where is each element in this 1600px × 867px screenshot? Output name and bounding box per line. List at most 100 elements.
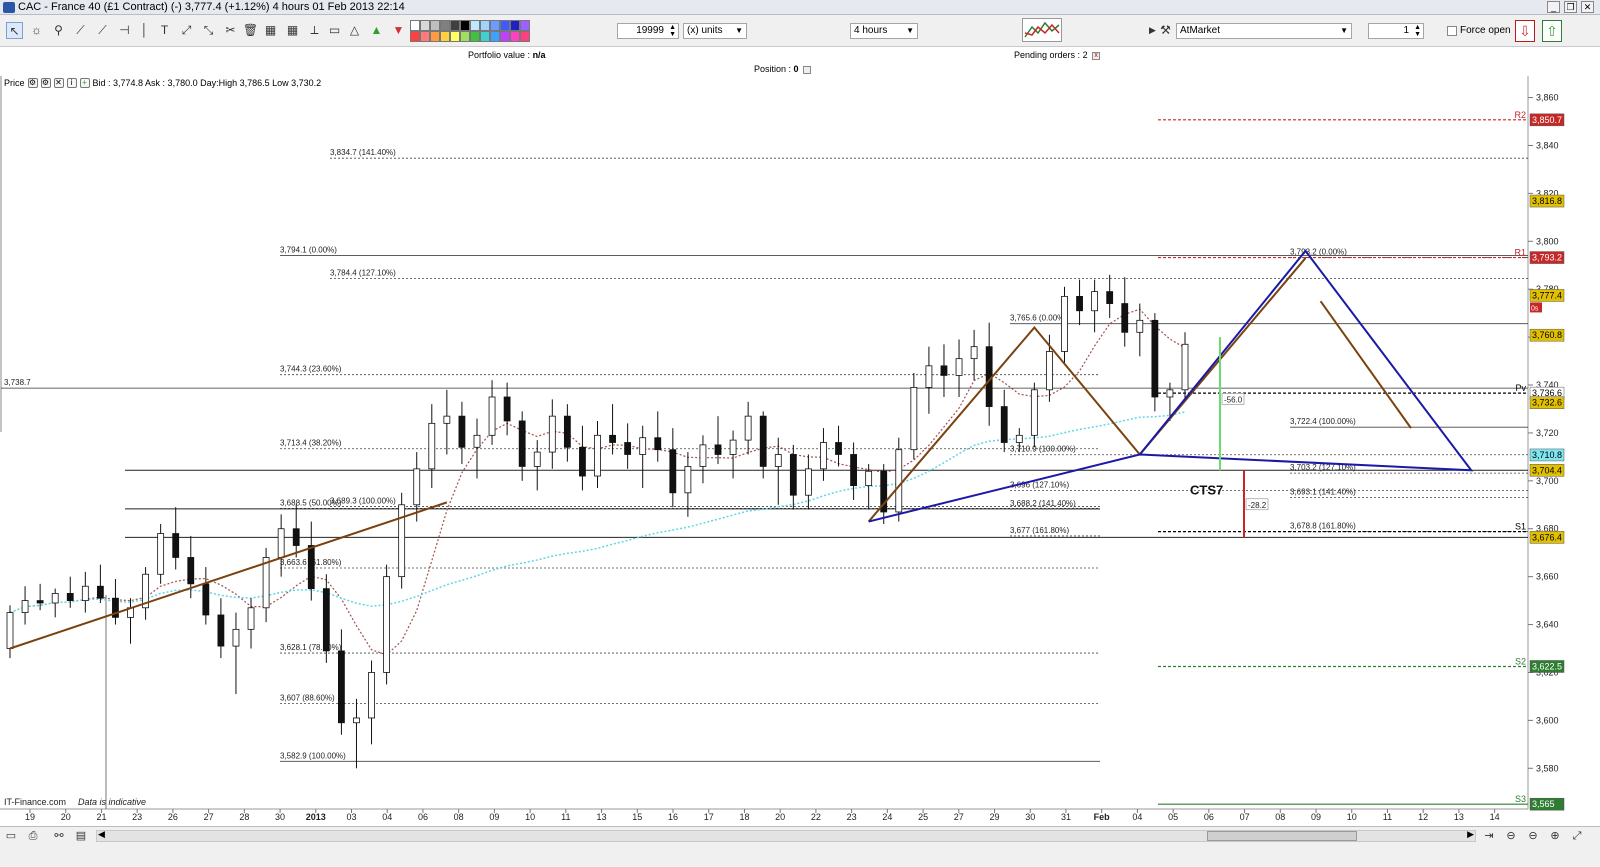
x-tick-label: 31 (1061, 812, 1071, 822)
chart-type-button[interactable] (1022, 18, 1062, 42)
price-label: Price (4, 78, 25, 88)
portfolio-label: Portfolio value : (468, 50, 531, 60)
scroll-left-icon[interactable]: ◀ (98, 829, 105, 840)
delete-icon[interactable]: 🗑 (242, 22, 259, 39)
scroll-right-icon[interactable]: ▶ (1467, 829, 1474, 840)
app-icon (3, 1, 15, 13)
autoscroll-icon[interactable]: ⇥ (1482, 829, 1496, 843)
y-tick-label: 3,860 (1536, 93, 1559, 103)
x-tick-label: 10 (1347, 812, 1357, 822)
candle-body (789, 454, 797, 496)
price-tag-label: 3,760.8 (1532, 330, 1562, 340)
candle-body (714, 444, 722, 455)
channel-icon[interactable]: ⤢ (178, 22, 195, 39)
price-tag-label: 3,777.4 (1532, 290, 1562, 300)
candle-body (699, 444, 707, 467)
color-palette[interactable] (410, 20, 530, 42)
close-icon[interactable]: ✕ (1581, 1, 1594, 13)
vertical-line-icon[interactable]: │ (136, 22, 153, 39)
bottom-toolbar: ▭ ⎙ ⚯ ▤ ◀ ▶ ⇥ ⊖ ⊖ ⊕ ⤢ (0, 826, 1600, 844)
spinner-icon[interactable]: ▲ ▼ (669, 24, 676, 38)
export-icon[interactable]: ▤ (74, 829, 88, 843)
layout-icon[interactable]: ▭ (4, 829, 18, 843)
text-icon[interactable]: T (156, 22, 173, 39)
info-icon[interactable]: i (66, 78, 77, 88)
spinner-icon[interactable]: ▲ ▼ (1414, 24, 1421, 38)
time-scrollbar[interactable]: ◀ ▶ (96, 829, 1476, 842)
tools-icon[interactable]: ✂ (222, 22, 239, 39)
units-select[interactable]: (x) units ▼ (683, 23, 747, 39)
price-chart[interactable]: 3,834.7 (141.40%) 3,794.1 (0.00%) 3,784.4 … (0, 76, 1600, 826)
chart-type-icon (1024, 21, 1060, 38)
order-quantity-input[interactable]: 1 ▲ ▼ (1368, 23, 1424, 39)
buy-arrow-icon[interactable]: ▲ (368, 22, 385, 39)
quantity-input[interactable]: 19999 ▲ ▼ (617, 23, 679, 39)
price-tag-label: 3,704.4 (1532, 465, 1562, 475)
trendline-icon[interactable]: ⟋ (72, 22, 89, 39)
horizontal-line-icon[interactable]: ⊣ (116, 22, 133, 39)
chevron-down-icon: ▼ (1340, 26, 1348, 35)
fit-icon[interactable]: ⊖ (1504, 829, 1518, 843)
settings-icon[interactable]: ⚙ (40, 78, 51, 88)
pivot-label: Pv (1515, 383, 1526, 393)
force-open-checkbox[interactable] (1447, 25, 1457, 36)
print-icon[interactable]: ⎙ (26, 829, 40, 843)
zoom-out-icon[interactable]: ⊖ (1526, 829, 1540, 843)
triangle-icon[interactable]: △ (346, 22, 363, 39)
x-tick-label: 26 (168, 812, 178, 822)
y-tick-label: 3,580 (1536, 763, 1559, 773)
pending-orders[interactable]: Pending orders : 2 x (1014, 50, 1101, 60)
close-icon[interactable]: x (1092, 51, 1101, 60)
candle-body (835, 442, 842, 455)
pending-label: Pending orders : (1014, 50, 1081, 60)
sell-arrow-icon[interactable]: ▼ (390, 22, 407, 39)
restore-icon[interactable]: ❐ (1564, 1, 1577, 13)
minimize-icon[interactable]: _ (1547, 1, 1560, 13)
candle-body (759, 415, 767, 467)
scroll-thumb[interactable] (1207, 831, 1357, 841)
account-status-bar: Portfolio value : n/a Pending orders : 2… (0, 47, 1600, 62)
x-tick-label: 08 (1275, 812, 1285, 822)
candle-body (1091, 291, 1099, 312)
candle-body (1061, 295, 1068, 352)
pointer-icon[interactable]: ↖ (6, 22, 23, 39)
chart-grid2-icon[interactable]: ▦ (284, 22, 301, 39)
ray-icon[interactable]: ⟋ (94, 22, 111, 39)
x-tick-label: 06 (418, 812, 428, 822)
fibonacci-level-label: 3,693.1 (141.40%) (1290, 487, 1356, 496)
alarm-icon[interactable]: ☼ (28, 22, 45, 39)
add-icon[interactable]: + (79, 78, 90, 88)
x-tick-label: 19 (25, 812, 35, 822)
fibonacci-icon[interactable]: ⤡ (200, 22, 217, 39)
candle-body (1166, 389, 1174, 398)
candle-body (202, 583, 210, 616)
candle-body (624, 442, 632, 455)
candle-body (579, 446, 586, 477)
ruler-icon[interactable]: ⟂ (306, 22, 323, 39)
link-icon[interactable]: ⚯ (52, 829, 66, 843)
sell-button-icon[interactable]: ⇩ (1515, 20, 1535, 42)
zoom-in-icon[interactable]: ⊕ (1548, 829, 1562, 843)
order-tool-icon[interactable]: ⚒ (1157, 22, 1174, 39)
x-tick-label: 17 (704, 812, 714, 822)
position-detail-icon[interactable] (803, 65, 812, 74)
order-type-select[interactable]: AtMarket ▼ (1176, 23, 1352, 39)
wrench-icon[interactable]: ⚙ (27, 78, 38, 88)
candle-body (1046, 351, 1053, 391)
timeframe-select[interactable]: 4 hours ▼ (850, 23, 918, 39)
timeframe-value: 4 hours (854, 25, 888, 36)
candle-body (277, 528, 285, 558)
candle-body (488, 396, 496, 436)
candle-body (850, 454, 857, 487)
rectangle-icon[interactable]: ▭ (326, 22, 343, 39)
chart-grid-icon[interactable]: ▦ (262, 22, 279, 39)
fullscreen-icon[interactable]: ⤢ (1570, 829, 1584, 843)
candle-body (398, 504, 406, 578)
x-tick-label: 24 (882, 812, 892, 822)
force-open-toggle[interactable]: Force open (1447, 25, 1511, 36)
buy-button-icon[interactable]: ⇧ (1542, 20, 1562, 42)
candle-body (157, 533, 165, 575)
zoom-icon[interactable]: ⚲ (50, 22, 67, 39)
x-tick-label: 18 (739, 812, 749, 822)
close-icon[interactable]: ✕ (53, 78, 64, 88)
